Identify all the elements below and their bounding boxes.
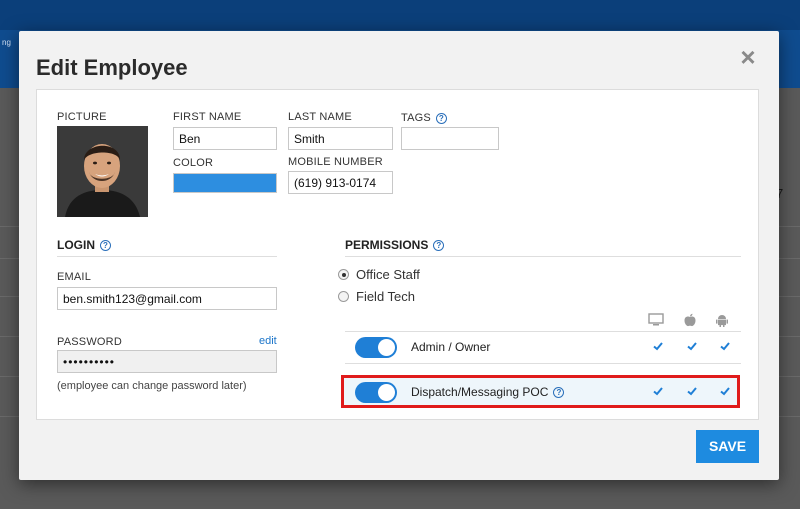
permission-row-dispatch-messaging: Dispatch/Messaging POC?: [345, 376, 741, 408]
desktop-icon: [648, 313, 664, 326]
edit-employee-modal: Edit Employee × PICTURE FIRST NAME Ben L…: [19, 31, 779, 480]
close-icon[interactable]: ×: [736, 44, 760, 70]
mobile-number-label: MOBILE NUMBER: [288, 156, 383, 168]
role-option-label: Office Staff: [356, 267, 420, 282]
radio-selected-icon[interactable]: [338, 269, 349, 280]
password-field[interactable]: ••••••••••: [57, 350, 277, 373]
dispatch-messaging-toggle[interactable]: [355, 382, 397, 403]
help-icon[interactable]: ?: [100, 240, 111, 252]
permission-row-admin-owner: Admin / Owner: [345, 331, 741, 363]
modal-title: Edit Employee: [36, 55, 188, 80]
checkmark-icon[interactable]: [652, 385, 664, 397]
save-button[interactable]: SAVE: [696, 430, 759, 463]
checkmark-icon[interactable]: [686, 385, 698, 397]
app-top-bar: [0, 0, 800, 30]
radio-unselected-icon[interactable]: [338, 291, 349, 302]
app-nav-text: ng: [2, 38, 11, 47]
color-label: COLOR: [173, 157, 214, 169]
permissions-heading: PERMISSIONS?: [345, 238, 445, 252]
password-note: (employee can change password later): [57, 380, 247, 392]
tags-label: TAGS?: [401, 112, 447, 124]
role-option-label: Field Tech: [356, 289, 416, 304]
login-heading: LOGIN?: [57, 238, 111, 252]
android-icon: [716, 315, 728, 327]
permission-label: Dispatch/Messaging POC: [411, 385, 549, 399]
first-name-field[interactable]: Ben: [173, 127, 277, 150]
checkmark-icon[interactable]: [719, 340, 731, 352]
login-divider: [57, 256, 277, 257]
login-heading-text: LOGIN: [57, 238, 95, 252]
password-label: PASSWORD: [57, 336, 122, 348]
help-icon[interactable]: ?: [433, 240, 445, 252]
employee-avatar[interactable]: [57, 126, 148, 217]
checkmark-icon[interactable]: [719, 385, 731, 397]
permissions-heading-text: PERMISSIONS: [345, 238, 429, 252]
first-name-label: FIRST NAME: [173, 111, 242, 123]
checkmark-icon[interactable]: [652, 340, 664, 352]
admin-owner-toggle[interactable]: [355, 337, 397, 358]
permission-label-wrapper: Dispatch/Messaging POC?: [411, 385, 565, 399]
picture-label: PICTURE: [57, 111, 107, 123]
password-edit-link[interactable]: edit: [259, 335, 277, 347]
email-label: EMAIL: [57, 271, 92, 283]
checkmark-icon[interactable]: [686, 340, 698, 352]
avatar-image: [57, 126, 148, 217]
employee-form-panel: PICTURE FIRST NAME Ben LAST NAME Smith T…: [36, 89, 759, 420]
permission-row-divider: [345, 363, 741, 364]
last-name-field[interactable]: Smith: [288, 127, 393, 150]
tags-field[interactable]: [401, 127, 499, 150]
role-option-field-tech[interactable]: Field Tech: [338, 289, 415, 304]
help-icon[interactable]: ?: [435, 112, 447, 124]
email-field[interactable]: ben.smith123@gmail.com: [57, 287, 277, 310]
tags-label-text: TAGS: [401, 112, 431, 124]
mobile-number-field[interactable]: (619) 913-0174: [288, 171, 393, 194]
apple-icon: [684, 313, 696, 327]
permissions-divider: [345, 256, 741, 257]
permission-label: Admin / Owner: [411, 340, 491, 354]
help-icon[interactable]: ?: [553, 387, 565, 399]
color-picker[interactable]: [173, 173, 277, 193]
last-name-label: LAST NAME: [288, 111, 352, 123]
role-option-office-staff[interactable]: Office Staff: [338, 267, 420, 282]
